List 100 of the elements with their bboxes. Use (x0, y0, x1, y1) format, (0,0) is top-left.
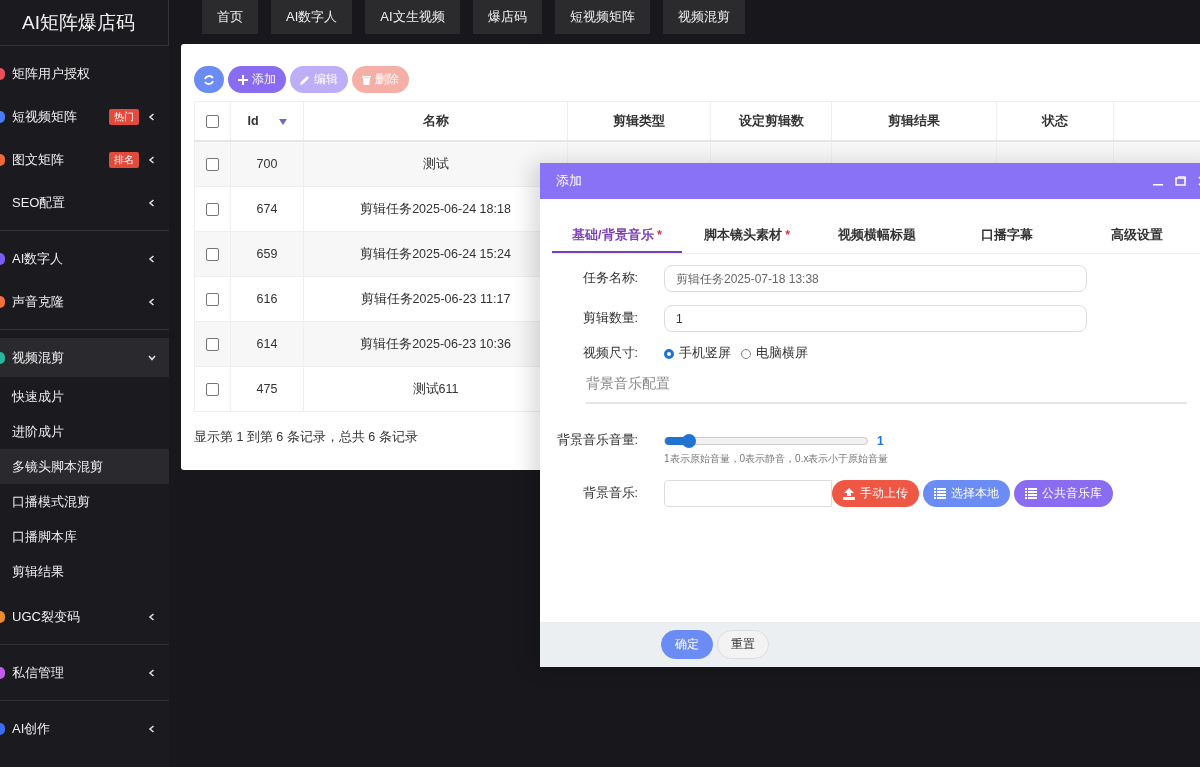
radio-label[interactable]: 电脑横屏 (756, 345, 808, 362)
record-count: 显示第 1 到第 6 条记录，总共 6 条记录 (194, 429, 418, 446)
sidebar-item[interactable]: 私信管理 (0, 651, 169, 694)
table-cell: 测试 (422, 156, 449, 171)
sidebar-item[interactable]: 短视频矩阵 热门 (0, 95, 169, 138)
dialog-tab[interactable]: 高级设置 (1072, 219, 1200, 253)
column-header[interactable]: 名称 (422, 113, 449, 128)
table-cell: 614 (256, 337, 278, 351)
table-cell: 测试611 (412, 381, 459, 396)
pencil-icon (300, 74, 310, 85)
submenu-item[interactable]: 多镜头脚本混剪 (0, 449, 169, 484)
sidebar-item[interactable]: SEO配置 (0, 181, 169, 224)
trash-icon (362, 74, 371, 85)
row-checkbox[interactable] (206, 383, 219, 397)
sidebar-label: 视频混剪 (12, 348, 65, 367)
nav-tab[interactable]: 爆店码 (472, 0, 542, 34)
music-field[interactable] (664, 480, 832, 507)
table-cell: 剪辑任务2025-06-23 11:17 (360, 291, 511, 306)
sidebar-item[interactable]: AI数字人 (0, 237, 169, 280)
table-cell: 剪辑任务2025-06-23 10:36 (360, 336, 511, 351)
sidebar-label: 短视频矩阵 (12, 107, 78, 126)
list-icon (934, 488, 946, 499)
select-all-checkbox[interactable] (206, 115, 219, 129)
music-button[interactable]: 公共音乐库 (1014, 480, 1113, 507)
app-logo: AI矩阵爆店码 (0, 0, 169, 46)
column-header[interactable]: Id (247, 114, 259, 128)
table-cell: 674 (256, 202, 278, 216)
radio-button[interactable] (664, 348, 674, 359)
field-label: 视频尺寸: (581, 345, 638, 362)
chevron-left-icon (147, 111, 157, 122)
section-heading: 背景音乐配置 (586, 375, 1187, 404)
table-cell: 700 (256, 157, 278, 171)
nav-tab[interactable]: 短视频矩阵 (554, 0, 650, 34)
volume-value: 1 (877, 433, 884, 448)
reset-button[interactable]: 重置 (717, 630, 769, 659)
row-checkbox[interactable] (206, 203, 219, 217)
sidebar-item[interactable]: 图文矩阵 排名 (0, 138, 169, 181)
dialog-tab[interactable]: 口播字幕 (942, 219, 1072, 253)
nav-tab[interactable]: AI数字人 (271, 0, 353, 34)
clip-count-field[interactable]: 1 (664, 305, 1087, 332)
nav-tab[interactable]: 首页 (202, 0, 258, 34)
maximize-icon[interactable] (1175, 176, 1186, 186)
radio-label[interactable]: 手机竖屏 (679, 345, 731, 362)
field-label: 背景音乐: (581, 485, 638, 502)
field-label: 任务名称: (581, 270, 638, 287)
field-label: 背景音乐音量: (555, 432, 638, 449)
plus-icon (238, 74, 248, 85)
sidebar-item[interactable]: AI创作 (0, 707, 169, 750)
chevron-left-icon (147, 723, 157, 734)
sidebar-label: 矩阵用户授权 (12, 64, 91, 83)
table-cell: 475 (256, 382, 278, 396)
add-button[interactable]: 添加 (228, 66, 286, 93)
refresh-icon (203, 73, 215, 86)
sidebar-label: 声音克隆 (12, 292, 65, 311)
chevron-left-icon (147, 611, 157, 622)
row-checkbox[interactable] (206, 248, 219, 262)
sidebar-label: SEO配置 (12, 193, 67, 212)
field-label: 剪辑数量: (581, 310, 638, 327)
sidebar-item[interactable]: 视频混剪 (0, 338, 169, 377)
sidebar-item[interactable]: UGC裂变码 (0, 595, 169, 638)
submenu-item[interactable]: 口播模式混剪 (0, 484, 169, 519)
column-header[interactable]: 状态 (1042, 113, 1068, 128)
submenu-item[interactable]: 进阶成片 (0, 414, 169, 449)
chevron-left-icon (147, 253, 157, 264)
table-cell: 剪辑任务2025-06-24 18:18 (360, 201, 511, 216)
nav-tab[interactable]: AI文生视频 (365, 0, 460, 34)
chevron-left-icon (147, 197, 157, 208)
submenu-item[interactable]: 快速成片 (0, 379, 169, 414)
slider-thumb[interactable] (682, 433, 697, 448)
dialog-tab[interactable]: 视频横幅标题 (812, 219, 942, 253)
sidebar-item[interactable]: 矩阵用户授权 (0, 52, 169, 95)
table-cell: 659 (256, 247, 278, 261)
sidebar-badge: 热门 (109, 108, 139, 125)
sidebar-label: UGC裂变码 (12, 607, 81, 626)
sidebar-badge: 排名 (109, 151, 139, 168)
row-checkbox[interactable] (206, 158, 219, 172)
sidebar-label: AI数字人 (12, 249, 65, 268)
sidebar-item[interactable]: 声音克隆 (0, 280, 169, 323)
chevron-left-icon (147, 296, 157, 307)
dialog-tab[interactable]: 基础/背景音乐 * (552, 219, 682, 253)
submenu-item[interactable]: 口播脚本库 (0, 519, 169, 554)
submenu-item[interactable]: 剪辑结果 (0, 554, 169, 589)
sidebar-label: 图文矩阵 (12, 150, 65, 169)
list-icon (1025, 488, 1037, 499)
row-checkbox[interactable] (206, 338, 219, 352)
sidebar-label: AI创作 (12, 719, 52, 738)
chevron-left-icon (147, 667, 157, 678)
dialog-tab[interactable]: 脚本镜头素材 * (682, 219, 812, 253)
column-header[interactable]: 剪辑结果 (888, 113, 940, 128)
nav-tab[interactable]: 视频混剪 (662, 0, 745, 34)
volume-slider[interactable] (664, 436, 868, 445)
table-cell: 616 (256, 292, 278, 306)
sort-icon[interactable] (278, 118, 287, 125)
chevron-left-icon (147, 154, 157, 165)
task-name-field[interactable]: 剪辑任务2025-07-18 13:38 (664, 265, 1087, 292)
volume-hint: 1表示原始音量，0表示静音，0.x表示小于原始音量 (664, 452, 890, 466)
dialog-title: 添加 (556, 172, 583, 190)
refresh-button[interactable] (194, 66, 224, 93)
column-header[interactable]: 剪辑类型 (613, 113, 665, 128)
row-checkbox[interactable] (206, 293, 219, 307)
